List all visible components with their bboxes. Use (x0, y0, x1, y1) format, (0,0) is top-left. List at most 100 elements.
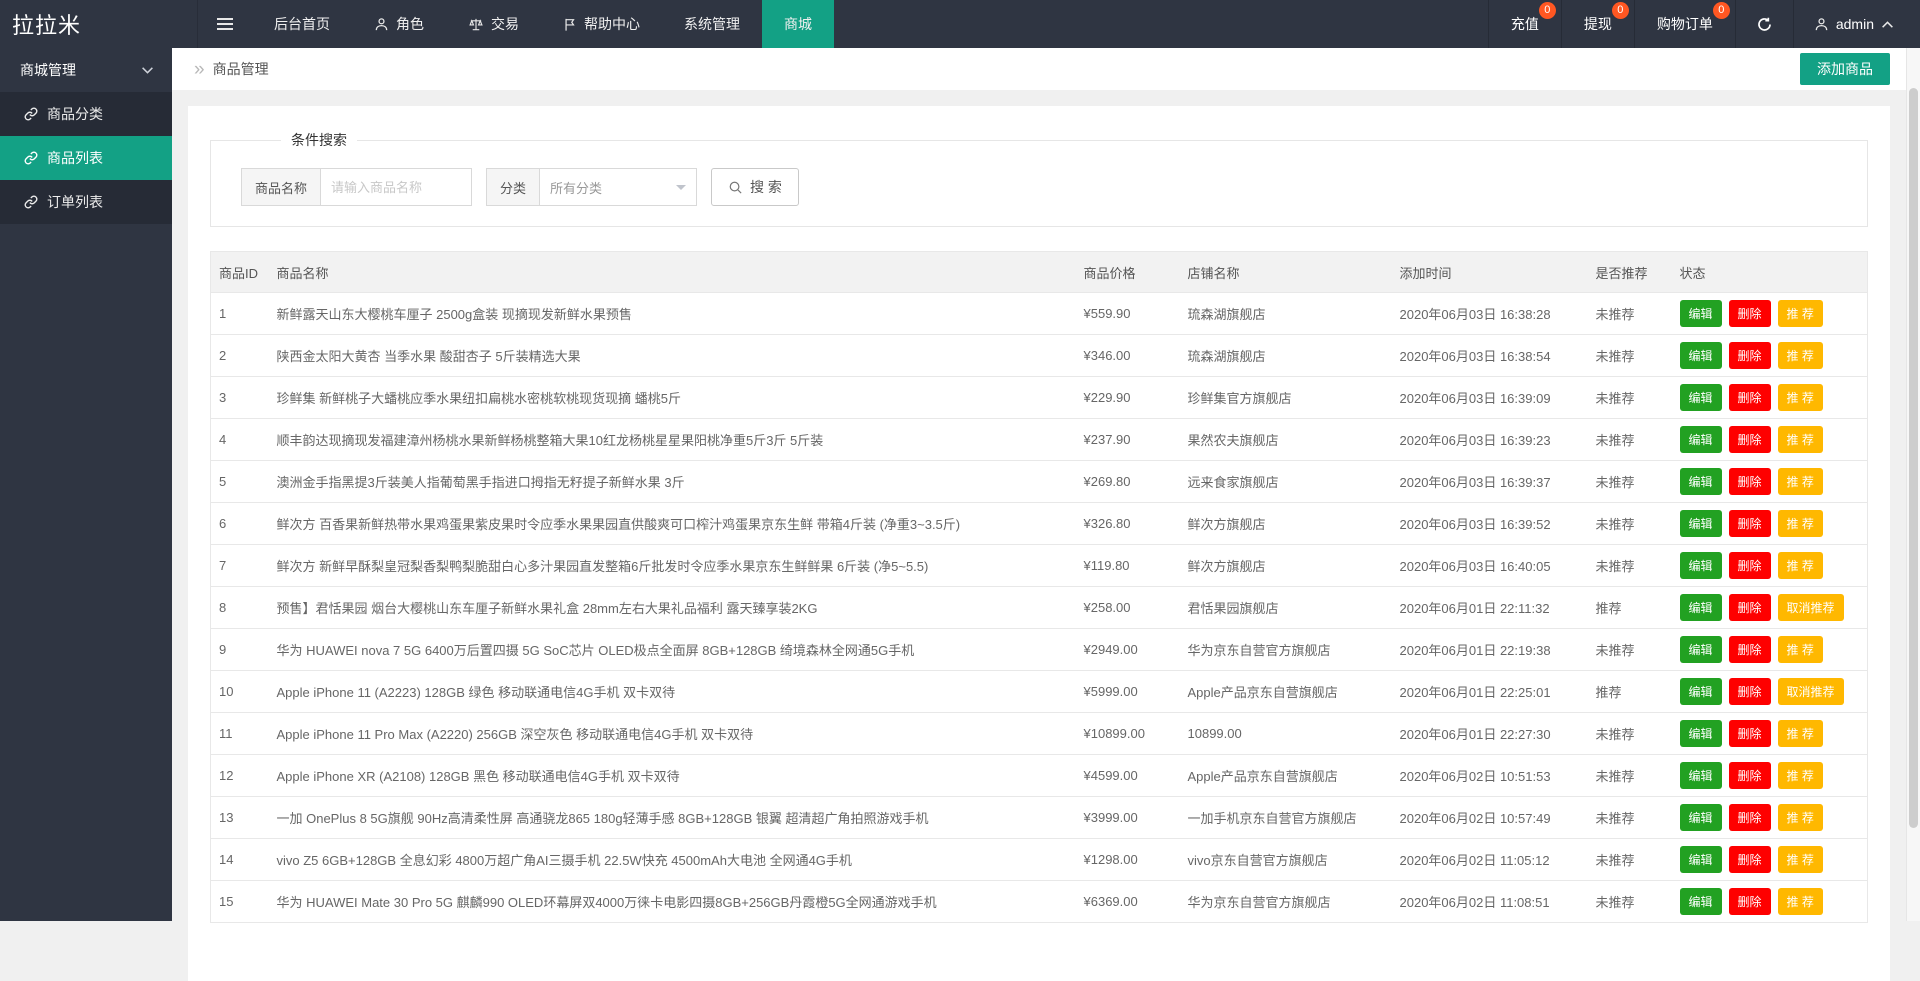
scrollbar-thumb[interactable] (1909, 88, 1918, 828)
delete-button[interactable]: 删除 (1729, 762, 1771, 789)
sidebar-item-goods-list[interactable]: 商品列表 (0, 136, 172, 180)
cell-goods-id: 8 (211, 587, 269, 629)
recommend-button[interactable]: 推 荐 (1778, 384, 1823, 411)
nav-item-mall[interactable]: 商城 (762, 0, 834, 48)
nav-shortcut-withdraw[interactable]: 提现 0 (1561, 0, 1634, 48)
header-status: 状态 (1672, 252, 1868, 293)
recommend-button[interactable]: 推 荐 (1778, 342, 1823, 369)
delete-button[interactable]: 删除 (1729, 468, 1771, 495)
search-button[interactable]: 搜 索 (711, 168, 799, 206)
nav-item-dashboard[interactable]: 后台首页 (252, 0, 352, 48)
edit-button[interactable]: 编辑 (1680, 846, 1722, 873)
recommend-button[interactable]: 推 荐 (1778, 300, 1823, 327)
shortcut-label: 提现 (1584, 14, 1612, 34)
page-scrollbar[interactable] (1906, 48, 1920, 921)
link-icon (24, 107, 38, 121)
nav-shortcut-shop-orders[interactable]: 购物订单 0 (1634, 0, 1735, 48)
cell-goods-id: 10 (211, 671, 269, 713)
cell-goods-price: ¥346.00 (1076, 335, 1180, 377)
cell-is-recommended: 未推荐 (1588, 839, 1672, 881)
nav-item-label: 后台首页 (274, 14, 330, 34)
cell-goods-name: 一加 OnePlus 8 5G旗舰 90Hz高清柔性屏 高通骁龙865 180g… (269, 797, 1076, 839)
cell-is-recommended: 未推荐 (1588, 377, 1672, 419)
edit-button[interactable]: 编辑 (1680, 510, 1722, 537)
delete-button[interactable]: 删除 (1729, 552, 1771, 579)
delete-button[interactable]: 删除 (1729, 804, 1771, 831)
delete-button[interactable]: 删除 (1729, 888, 1771, 915)
delete-button[interactable]: 删除 (1729, 300, 1771, 327)
recommend-button[interactable]: 取消推荐 (1778, 678, 1844, 705)
edit-button[interactable]: 编辑 (1680, 552, 1722, 579)
sidebar-item-goods-category[interactable]: 商品分类 (0, 92, 172, 136)
cell-goods-price: ¥119.80 (1076, 545, 1180, 587)
goods-name-input[interactable] (320, 168, 472, 206)
add-goods-button[interactable]: 添加商品 (1800, 53, 1890, 85)
goods-table: 商品ID 商品名称 商品价格 店铺名称 添加时间 是否推荐 状态 1新鲜露天山东… (210, 251, 1868, 923)
table-header-row: 商品ID 商品名称 商品价格 店铺名称 添加时间 是否推荐 状态 (211, 252, 1868, 293)
cell-status: 编辑删除推 荐 (1672, 713, 1868, 755)
nav-item-label: 商城 (784, 14, 812, 34)
delete-button[interactable]: 删除 (1729, 636, 1771, 663)
delete-button[interactable]: 删除 (1729, 384, 1771, 411)
edit-button[interactable]: 编辑 (1680, 678, 1722, 705)
cell-goods-id: 9 (211, 629, 269, 671)
flag-icon (563, 17, 577, 32)
user-icon (1814, 17, 1829, 32)
scales-icon (468, 17, 484, 32)
edit-button[interactable]: 编辑 (1680, 426, 1722, 453)
recommend-button[interactable]: 推 荐 (1778, 804, 1823, 831)
delete-button[interactable]: 删除 (1729, 678, 1771, 705)
cell-goods-price: ¥4599.00 (1076, 755, 1180, 797)
cell-add-time: 2020年06月03日 16:38:28 (1392, 293, 1588, 335)
edit-button[interactable]: 编辑 (1680, 888, 1722, 915)
table-row: 5澳洲金手指黑提3斤装美人指葡萄黑手指进口拇指无籽提子新鲜水果 3斤¥269.8… (211, 461, 1868, 503)
delete-button[interactable]: 删除 (1729, 342, 1771, 369)
recommend-button[interactable]: 推 荐 (1778, 636, 1823, 663)
hamburger-menu-icon[interactable] (198, 0, 252, 48)
edit-button[interactable]: 编辑 (1680, 762, 1722, 789)
category-select[interactable]: 所有分类 (539, 168, 697, 206)
nav-item-trade[interactable]: 交易 (446, 0, 541, 48)
edit-button[interactable]: 编辑 (1680, 468, 1722, 495)
edit-button[interactable]: 编辑 (1680, 720, 1722, 747)
cell-shop-name: 珍鲜集官方旗舰店 (1180, 377, 1392, 419)
cell-is-recommended: 未推荐 (1588, 293, 1672, 335)
recommend-button[interactable]: 取消推荐 (1778, 594, 1844, 621)
edit-button[interactable]: 编辑 (1680, 342, 1722, 369)
nav-item-roles[interactable]: 角色 (352, 0, 446, 48)
table-row: 4顺丰韵达现摘现发福建漳州杨桃水果新鲜杨桃整箱大果10红龙杨桃星星果阳桃净重5斤… (211, 419, 1868, 461)
search-panel-legend: 条件搜索 (281, 130, 357, 150)
recommend-button[interactable]: 推 荐 (1778, 552, 1823, 579)
recommend-button[interactable]: 推 荐 (1778, 468, 1823, 495)
cell-add-time: 2020年06月02日 11:05:12 (1392, 839, 1588, 881)
refresh-button[interactable] (1735, 0, 1793, 48)
edit-button[interactable]: 编辑 (1680, 384, 1722, 411)
recommend-button[interactable]: 推 荐 (1778, 762, 1823, 789)
nav-item-system[interactable]: 系统管理 (662, 0, 762, 48)
delete-button[interactable]: 删除 (1729, 426, 1771, 453)
user-icon (374, 17, 389, 32)
recommend-button[interactable]: 推 荐 (1778, 888, 1823, 915)
cell-shop-name: 君恬果园旗舰店 (1180, 587, 1392, 629)
delete-button[interactable]: 删除 (1729, 510, 1771, 537)
delete-button[interactable]: 删除 (1729, 720, 1771, 747)
recommend-button[interactable]: 推 荐 (1778, 426, 1823, 453)
cell-is-recommended: 未推荐 (1588, 797, 1672, 839)
nav-shortcut-recharge[interactable]: 充值 0 (1488, 0, 1561, 48)
sidebar-item-order-list[interactable]: 订单列表 (0, 180, 172, 224)
recommend-button[interactable]: 推 荐 (1778, 510, 1823, 537)
nav-item-help-center[interactable]: 帮助中心 (541, 0, 662, 48)
edit-button[interactable]: 编辑 (1680, 594, 1722, 621)
withdraw-count-badge: 0 (1612, 2, 1629, 19)
goods-name-group: 商品名称 (241, 168, 472, 206)
edit-button[interactable]: 编辑 (1680, 300, 1722, 327)
recommend-button[interactable]: 推 荐 (1778, 846, 1823, 873)
user-menu[interactable]: admin (1793, 0, 1920, 48)
cell-goods-name: 华为 HUAWEI nova 7 5G 6400万后置四摄 5G SoC芯片 O… (269, 629, 1076, 671)
edit-button[interactable]: 编辑 (1680, 636, 1722, 663)
delete-button[interactable]: 删除 (1729, 594, 1771, 621)
recommend-button[interactable]: 推 荐 (1778, 720, 1823, 747)
edit-button[interactable]: 编辑 (1680, 804, 1722, 831)
sidebar-group-mall-management[interactable]: 商城管理 (0, 48, 172, 92)
delete-button[interactable]: 删除 (1729, 846, 1771, 873)
